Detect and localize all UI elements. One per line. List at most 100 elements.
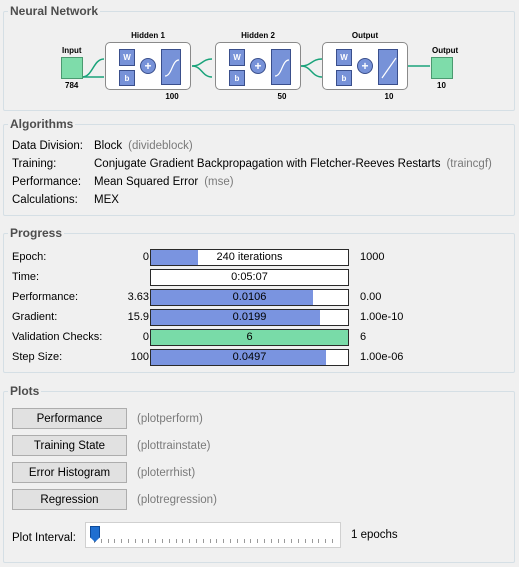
slider-tick	[277, 539, 279, 543]
slider-tick	[230, 539, 231, 543]
progress-value: 0:05:07	[231, 271, 268, 283]
progress-bar: 0:05:07	[150, 269, 349, 286]
network-link	[191, 58, 213, 67]
algorithm-code: (divideblock)	[128, 140, 193, 152]
plot-interval-value: 1 epochs	[351, 529, 398, 541]
network-link	[300, 58, 323, 67]
slider-tick	[291, 539, 293, 543]
progress-low: 0	[142, 251, 149, 263]
plot-command: (ploterrhist)	[137, 467, 196, 479]
slider-tick	[168, 539, 170, 543]
sigmoid-icon	[274, 59, 290, 77]
softmax-icon	[381, 57, 397, 79]
slider-tick	[128, 539, 129, 543]
progress-key: Step Size:	[12, 351, 63, 363]
sigmoid-icon	[164, 59, 180, 77]
weight-block: W	[229, 49, 245, 66]
progress-row: Epoch: 0 240 iterations 1000	[12, 249, 512, 266]
network-output-label: Output	[432, 46, 459, 55]
slider-thumb[interactable]	[90, 526, 100, 542]
bias-block: b	[336, 70, 352, 86]
transfer-function-sigmoid	[161, 49, 181, 85]
weight-block: W	[336, 49, 352, 66]
layer-title: Hidden 2	[241, 31, 275, 40]
weight-block: W	[119, 49, 135, 66]
progress-value: 0.0106	[232, 291, 267, 303]
slider-tick	[175, 539, 177, 543]
plot-interval-slider[interactable]	[85, 522, 341, 548]
network-link	[191, 65, 213, 78]
slider-tick	[155, 539, 157, 543]
slider-tick	[325, 539, 327, 543]
slider-tick	[189, 539, 191, 543]
plot-error-histogram-button[interactable]: Error Histogram	[12, 462, 127, 483]
slider-tick	[311, 539, 313, 543]
slider-tick	[243, 539, 245, 543]
slider-tick	[284, 539, 286, 543]
plot-command: (plottrainstate)	[137, 440, 211, 452]
progress-low: 100	[130, 351, 149, 363]
plus-icon: +	[144, 59, 152, 73]
slider-tick	[264, 539, 265, 543]
network-output-size: 10	[437, 81, 446, 90]
network-diagram: Input 784 Hidden 1 Wb +100 Hidden 2 Wb +50 Outpu…	[4, 12, 514, 110]
algorithms-panel: Algorithms Data Division: Block (dividebl…	[3, 117, 515, 216]
slider-tick	[236, 539, 238, 543]
progress-bar: 0.0497	[150, 349, 349, 366]
plot-command: (plotregression)	[137, 494, 217, 506]
progress-bar: 6	[150, 329, 349, 346]
progress-high: 0.00	[360, 291, 382, 303]
algorithm-value: Conjugate Gradient Backpropagation with …	[94, 158, 441, 170]
layer-size: 100	[165, 92, 179, 101]
plus-icon: +	[254, 59, 262, 73]
layer-size: 10	[384, 92, 394, 101]
network-link	[81, 58, 105, 78]
progress-row: Step Size: 100 0.0497 1.00e-06	[12, 349, 512, 366]
progress-row: Validation Checks: 0 6 6	[12, 329, 512, 346]
network-input-size: 784	[65, 81, 79, 90]
neural-network-panel: Neural Network Input 784 Hidden 1 Wb +100 Hid…	[3, 4, 515, 111]
plot-command: (plotperform)	[137, 413, 203, 425]
slider-tick	[100, 539, 102, 543]
slider-tick	[202, 539, 204, 543]
slider-tick	[223, 539, 225, 543]
progress-bar: 240 iterations	[150, 249, 349, 266]
slider-tick	[114, 539, 116, 543]
progress-high: 1000	[360, 251, 385, 263]
transfer-function-sigmoid	[271, 49, 291, 85]
plus-icon: +	[361, 59, 369, 73]
algorithm-key: Performance:	[12, 176, 82, 188]
layer-size: 50	[277, 92, 287, 101]
algorithms-title: Algorithms	[8, 117, 76, 131]
slider-tick	[148, 539, 150, 543]
slider-tick	[250, 539, 252, 543]
sum-node: +	[250, 58, 266, 74]
slider-tick	[318, 539, 320, 543]
slider-tick	[162, 539, 163, 543]
sum-node: +	[140, 58, 156, 74]
progress-bar: 0.0199	[150, 309, 349, 326]
progress-low: 15.9	[127, 311, 149, 323]
progress-high: 1.00e-10	[360, 311, 404, 323]
slider-tick	[141, 539, 143, 543]
progress-key: Epoch:	[12, 251, 47, 263]
progress-row: Time: 0:05:07	[12, 269, 512, 286]
network-output-node	[431, 57, 453, 79]
algorithm-value: Mean Squared Error	[94, 176, 199, 188]
plot-regression-button[interactable]: Regression	[12, 489, 127, 510]
algorithm-value: MEX	[94, 194, 119, 206]
slider-tick	[209, 539, 211, 543]
sum-node: +	[357, 58, 373, 74]
slider-tick	[134, 539, 136, 543]
algorithm-key: Data Division:	[12, 140, 83, 152]
progress-key: Gradient:	[12, 311, 58, 323]
algorithm-key: Training:	[12, 158, 57, 170]
plot-performance-button[interactable]: Performance	[12, 408, 127, 429]
progress-bar: 0.0106	[150, 289, 349, 306]
algorithm-key: Calculations:	[12, 194, 78, 206]
plots-title: Plots	[8, 384, 42, 398]
slider-tick	[257, 539, 259, 543]
layer-title: Hidden 1	[131, 31, 165, 40]
plot-training-state-button[interactable]: Training State	[12, 435, 127, 456]
algorithm-code: (mse)	[204, 176, 234, 188]
